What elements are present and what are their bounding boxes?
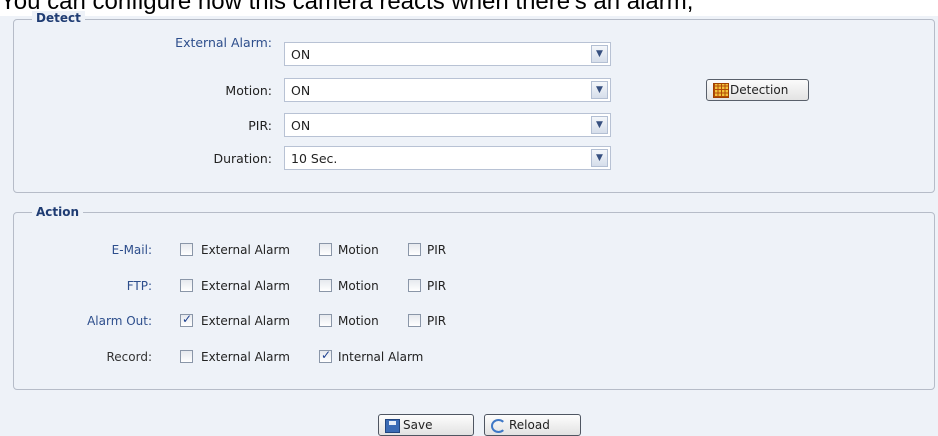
alarm-out-label: Alarm Out: — [87, 314, 152, 328]
external-alarm-select[interactable]: ON ▼ — [284, 42, 611, 66]
detect-legend: Detect — [32, 11, 85, 25]
reload-button[interactable]: Reload — [484, 414, 581, 436]
detection-button[interactable]: Detection — [706, 79, 809, 101]
external-alarm-value: ON — [291, 47, 311, 62]
record-internal-alarm-checkbox[interactable] — [319, 348, 332, 363]
record-label: Record: — [106, 350, 152, 364]
detection-button-label: Detection — [730, 83, 789, 97]
ftp-pir-text: PIR — [427, 279, 447, 293]
email-external-alarm-checkbox[interactable] — [180, 243, 193, 256]
pir-value: ON — [291, 118, 311, 133]
action-legend: Action — [32, 205, 84, 219]
ftp-motion-text: Motion — [338, 279, 379, 293]
email-pir-checkbox[interactable] — [408, 243, 421, 256]
ftp-pir-checkbox[interactable] — [408, 279, 421, 292]
email-pir-text: PIR — [427, 243, 447, 257]
record-external-alarm-checkbox[interactable] — [180, 350, 193, 363]
alarm-out-external-alarm-checkbox[interactable] — [180, 312, 193, 327]
pir-label: PIR: — [248, 118, 272, 133]
pir-select[interactable]: ON ▼ — [284, 113, 611, 137]
motion-select[interactable]: ON ▼ — [284, 78, 611, 102]
caption-text: You can configure how this camera reacts… — [0, 0, 938, 16]
external-alarm-label: External Alarm: — [175, 35, 272, 50]
email-motion-checkbox[interactable] — [319, 243, 332, 256]
chevron-down-icon[interactable]: ▼ — [591, 81, 608, 99]
record-external-alarm-text: External Alarm — [201, 350, 290, 364]
chevron-down-icon[interactable]: ▼ — [591, 116, 608, 134]
email-motion-text: Motion — [338, 243, 379, 257]
ftp-label: FTP: — [126, 279, 152, 293]
duration-select[interactable]: 10 Sec. ▼ — [284, 146, 611, 170]
email-label: E-Mail: — [111, 243, 152, 257]
alarm-out-motion-checkbox[interactable] — [319, 314, 332, 327]
save-button[interactable]: Save — [378, 414, 474, 436]
ftp-external-alarm-text: External Alarm — [201, 279, 290, 293]
duration-value: 10 Sec. — [291, 151, 338, 166]
motion-value: ON — [291, 83, 311, 98]
chevron-down-icon[interactable]: ▼ — [591, 45, 608, 63]
alarm-out-pir-checkbox[interactable] — [408, 314, 421, 327]
ftp-external-alarm-checkbox[interactable] — [180, 279, 193, 292]
chevron-down-icon[interactable]: ▼ — [591, 149, 608, 167]
motion-label: Motion: — [225, 83, 272, 98]
floppy-disk-icon — [385, 419, 400, 433]
alarm-out-pir-text: PIR — [427, 314, 447, 328]
alarm-out-motion-text: Motion — [338, 314, 379, 328]
grid-icon — [713, 83, 729, 98]
alarm-settings-panel: You can configure how this camera reacts… — [0, 0, 938, 436]
alarm-out-external-alarm-text: External Alarm — [201, 314, 290, 328]
record-internal-alarm-text: Internal Alarm — [338, 350, 424, 364]
duration-label: Duration: — [213, 151, 272, 166]
email-external-alarm-text: External Alarm — [201, 243, 290, 257]
ftp-motion-checkbox[interactable] — [319, 279, 332, 292]
reload-icon — [491, 419, 506, 433]
